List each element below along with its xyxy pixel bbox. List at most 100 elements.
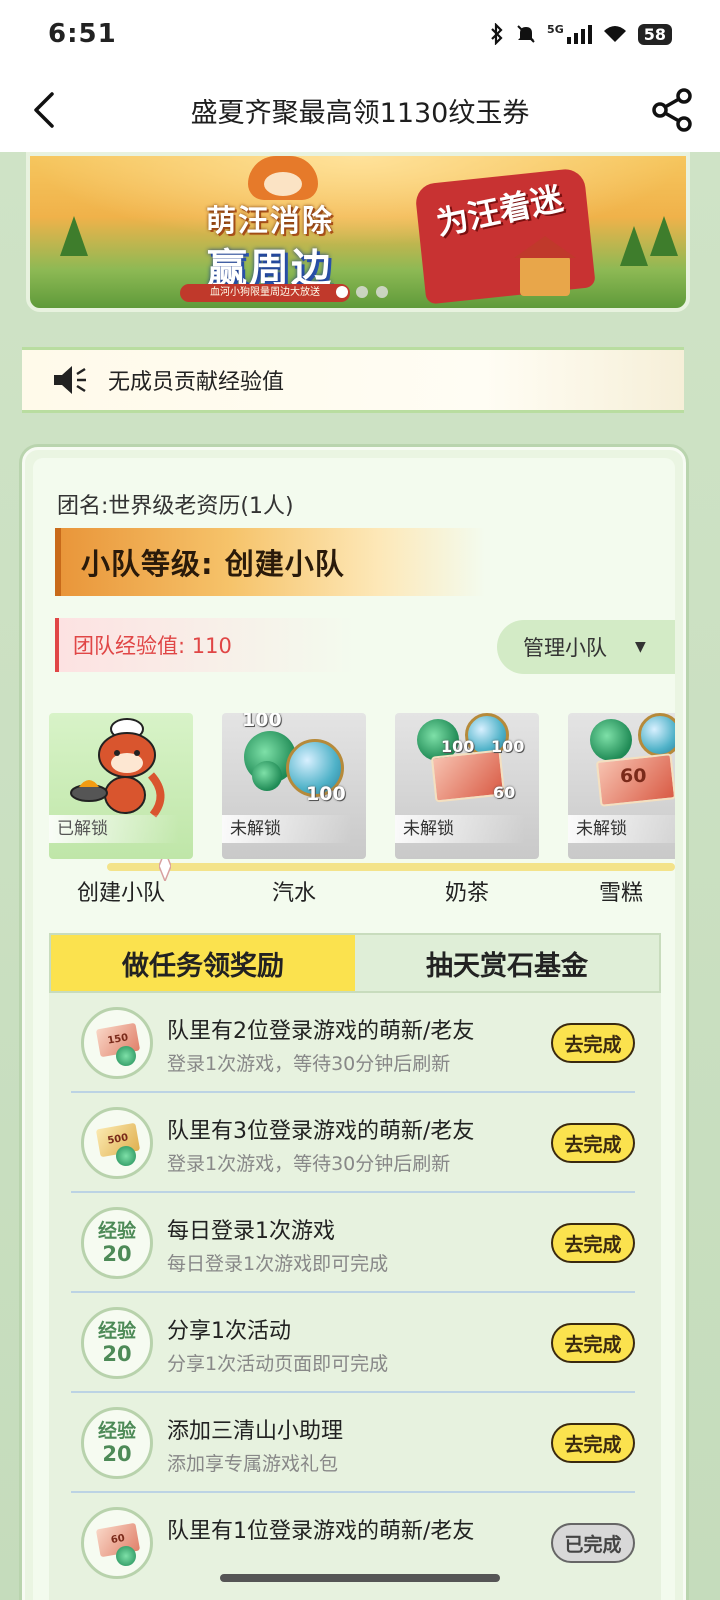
reward-card-ice-cream[interactable]: 60 未解锁	[568, 713, 675, 859]
task-desc: 每日登录1次游戏即可完成	[167, 1253, 389, 1275]
battery-indicator: 58	[637, 23, 672, 45]
notice-text: 无成员贡献经验值	[108, 370, 285, 395]
exp-amount: 20	[102, 1342, 132, 1366]
status-icons: 5G 58	[489, 23, 672, 45]
task-item: 经验 20 添加三清山小助理 添加享专属游戏礼包 去完成	[71, 1393, 635, 1493]
speaker-icon	[54, 366, 86, 394]
task-title: 每日登录1次游戏	[167, 1219, 335, 1244]
team-exp-text: 团队经验值: 110	[73, 634, 232, 658]
task-list: 150 队里有2位登录游戏的萌新/老友 登录1次游戏，等待30分钟后刷新 去完成…	[49, 993, 661, 1600]
manage-team-label: 管理小队	[523, 636, 607, 660]
reward-amount: 100	[306, 783, 346, 805]
tree-icon	[60, 216, 88, 256]
task-desc: 分享1次活动页面即可完成	[167, 1353, 389, 1375]
task-item: 500 队里有3位登录游戏的萌新/老友 登录1次游戏，等待30分钟后刷新 去完成	[71, 1093, 635, 1193]
task-item: 经验 20 分享1次活动 分享1次活动页面即可完成 去完成	[71, 1293, 635, 1393]
fox-chef-icon	[70, 718, 165, 818]
notice-bar: 无成员贡献经验值	[22, 347, 684, 413]
reward-amount: 100	[242, 713, 282, 731]
reward-track: 已解锁 创建小队 100 100 未解锁 汽水 100 100 60 未解锁 奶…	[49, 713, 675, 913]
task-title: 队里有2位登录游戏的萌新/老友	[167, 1019, 475, 1044]
status-bar: 6:51 5G 58	[0, 0, 720, 68]
go-complete-button[interactable]: 去完成	[551, 1323, 635, 1363]
carousel-dot[interactable]	[356, 286, 368, 298]
coupon-reward-icon: 150	[81, 1007, 153, 1079]
exp-label: 经验	[97, 1420, 136, 1442]
reward-label: 汽水	[271, 881, 316, 906]
fox-mascot-icon	[248, 156, 318, 200]
reward-amount: 100	[491, 737, 525, 756]
task-item: 150 队里有2位登录游戏的萌新/老友 登录1次游戏，等待30分钟后刷新 去完成	[71, 993, 635, 1093]
signal-icon	[566, 25, 592, 44]
reward-amount: 100	[441, 737, 475, 756]
mute-icon	[517, 25, 535, 43]
task-desc: 登录1次游戏，等待30分钟后刷新	[167, 1053, 451, 1075]
page-title: 盛夏齐聚最高领1130纹玉券	[190, 97, 530, 129]
home-indicator[interactable]	[220, 1574, 500, 1582]
go-complete-button[interactable]: 去完成	[551, 1123, 635, 1163]
coupon-reward-icon: 60	[81, 1507, 153, 1579]
jade-icon	[116, 1146, 136, 1166]
reward-label: 奶茶	[444, 881, 489, 906]
jade-icon	[252, 761, 282, 791]
status-time: 6:51	[48, 19, 117, 49]
back-arrow-icon[interactable]	[26, 90, 66, 130]
carousel-dot[interactable]	[336, 286, 348, 298]
go-complete-button[interactable]: 去完成	[551, 1223, 635, 1263]
task-tabs: 做任务领奖励 抽天赏石基金	[49, 933, 661, 993]
coupon-coin-icon	[638, 713, 675, 757]
reward-status: 已解锁	[49, 815, 179, 843]
reward-card-milk-tea[interactable]: 100 100 60 未解锁	[395, 713, 539, 859]
reward-status: 未解锁	[222, 815, 352, 843]
page-content: 萌汪消除 赢周边 血河小狗限量周边大放送 为汪着迷 无成员贡献经验值 团名:世界…	[0, 152, 720, 1600]
reward-amount: 60	[493, 783, 516, 802]
carousel-dots	[336, 286, 388, 298]
task-desc: 登录1次游戏，等待30分钟后刷新	[167, 1153, 451, 1175]
task-title: 添加三清山小助理	[167, 1419, 344, 1444]
task-title: 分享1次活动	[167, 1319, 291, 1344]
bluetooth-icon	[491, 23, 503, 45]
dropdown-arrow-icon: ▼	[635, 639, 646, 655]
exp-label: 经验	[97, 1220, 136, 1242]
team-name: 团名:世界级老资历(1人)	[57, 494, 294, 519]
reward-label: 创建小队	[76, 881, 165, 906]
progress-track	[107, 863, 675, 871]
task-item: 经验 20 每日登录1次游戏 每日登录1次游戏即可完成 去完成	[71, 1193, 635, 1293]
jade-icon	[590, 719, 632, 761]
team-level-banner: 小队等级: 创建小队	[55, 528, 485, 596]
network-type: 5G	[547, 22, 564, 36]
task-title: 队里有3位登录游戏的萌新/老友	[167, 1119, 475, 1144]
wifi-icon	[603, 26, 626, 42]
completed-button[interactable]: 已完成	[551, 1523, 635, 1563]
team-panel-inner: 团名:世界级老资历(1人) 小队等级: 创建小队 团队经验值: 110 管理小队…	[33, 458, 675, 1600]
team-level-text: 小队等级: 创建小队	[81, 547, 345, 581]
tree-icon	[620, 226, 648, 266]
exp-label: 经验	[97, 1320, 136, 1342]
share-icon[interactable]	[650, 88, 694, 132]
nav-bar: 盛夏齐聚最高领1130纹玉券	[0, 68, 720, 152]
reward-card-soda[interactable]: 100 100 未解锁	[222, 713, 366, 859]
dog-house-icon	[514, 236, 576, 296]
reward-status: 未解锁	[568, 815, 675, 843]
tree-icon	[650, 216, 678, 256]
go-complete-button[interactable]: 去完成	[551, 1423, 635, 1463]
exp-amount: 20	[102, 1242, 132, 1266]
jade-icon	[116, 1046, 136, 1066]
reward-card-create-team[interactable]: 已解锁	[49, 713, 193, 859]
banner-title: 萌汪消除 赢周边	[180, 196, 360, 294]
task-desc: 添加享专属游戏礼包	[167, 1453, 339, 1475]
exp-amount: 20	[102, 1442, 132, 1466]
banner-title-line1: 萌汪消除	[206, 204, 334, 239]
banner-subtitle: 血河小狗限量周边大放送	[180, 284, 350, 302]
exp-reward-icon: 经验 20	[81, 1407, 153, 1479]
reward-status: 未解锁	[395, 815, 525, 843]
task-title: 队里有1位登录游戏的萌新/老友	[167, 1519, 475, 1544]
go-complete-button[interactable]: 去完成	[551, 1023, 635, 1063]
tab-fund[interactable]: 抽天赏石基金	[355, 935, 659, 991]
reward-label: 雪糕	[598, 881, 643, 906]
manage-team-button[interactable]: 管理小队 ▼	[497, 620, 675, 674]
tab-tasks[interactable]: 做任务领奖励	[51, 935, 355, 991]
reward-amount: 60	[620, 765, 647, 787]
promo-banner[interactable]: 萌汪消除 赢周边 血河小狗限量周边大放送 为汪着迷	[26, 152, 690, 312]
carousel-dot[interactable]	[376, 286, 388, 298]
